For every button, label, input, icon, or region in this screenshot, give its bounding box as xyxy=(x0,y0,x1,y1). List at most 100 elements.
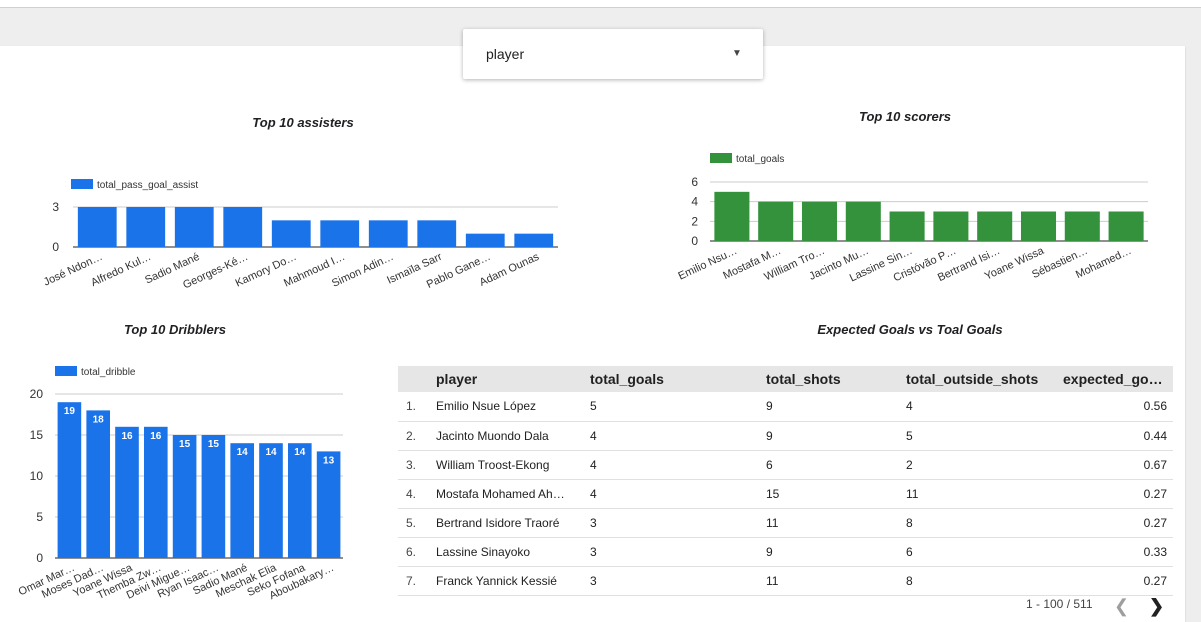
bar xyxy=(758,201,794,241)
y-tick-label: 0 xyxy=(691,234,698,248)
bar xyxy=(259,443,283,558)
y-tick-label: 10 xyxy=(30,469,44,483)
cell-total-shots: 9 xyxy=(762,392,902,422)
cell-total-outside-shots: 8 xyxy=(902,508,1059,538)
bar xyxy=(933,211,969,241)
top-bar xyxy=(0,0,1201,8)
cell-player: Lassine Sinayoko xyxy=(432,537,586,567)
cell-total-outside-shots: 5 xyxy=(902,421,1059,451)
cell-total-shots: 11 xyxy=(762,508,902,538)
cell-total-goals: 3 xyxy=(586,566,762,596)
table-row[interactable]: 4. Mostafa Mohamed Ah… 4 15 11 0.27 xyxy=(398,479,1173,509)
legend-label: total_dribble xyxy=(81,367,136,378)
bar xyxy=(287,443,312,558)
cell-total-outside-shots: 8 xyxy=(902,566,1059,596)
table-row[interactable]: 2. Jacinto Muondo Dala 4 9 5 0.44 xyxy=(398,421,1173,451)
table-row[interactable]: 6. Lassine Sinayoko 3 9 6 0.33 xyxy=(398,537,1173,567)
cell-expected-goals: 0.33 xyxy=(1059,537,1173,567)
bar xyxy=(271,220,311,247)
cell-player: William Troost-Ekong xyxy=(432,450,586,480)
header-player[interactable]: player xyxy=(432,366,586,392)
cell-expected-goals: 0.67 xyxy=(1059,450,1173,480)
pagination-label: 1 - 100 / 511 xyxy=(1026,597,1093,611)
xg-table-title: Expected Goals vs Toal Goals xyxy=(817,322,1003,337)
bar xyxy=(230,443,255,558)
bar xyxy=(86,410,111,558)
data-label: 16 xyxy=(121,431,133,442)
cell-player: Franck Yannick Kessié xyxy=(432,566,586,596)
cell-total-goals: 4 xyxy=(586,479,762,509)
header-expected-goals[interactable]: expected_goal… xyxy=(1059,366,1173,392)
data-label: 14 xyxy=(265,447,277,458)
y-tick-label: 0 xyxy=(52,240,59,254)
legend-swatch xyxy=(710,153,732,163)
dribblers-chart-title: Top 10 Dribblers xyxy=(123,322,227,337)
bar xyxy=(143,426,168,558)
bar xyxy=(889,211,925,241)
cell-total-outside-shots: 11 xyxy=(902,479,1059,509)
table-header-row: player total_goals total_shots total_out… xyxy=(398,366,1173,392)
cell-total-shots: 9 xyxy=(762,537,902,567)
cell-total-outside-shots: 2 xyxy=(902,450,1059,480)
cell-total-goals: 4 xyxy=(586,450,762,480)
row-index: 3. xyxy=(398,450,432,480)
bar xyxy=(1064,211,1100,241)
data-label: 19 xyxy=(64,406,76,417)
y-tick-label: 0 xyxy=(36,551,43,565)
data-label: 14 xyxy=(237,447,249,458)
chevron-left-icon[interactable]: ❮ xyxy=(1114,596,1129,616)
header-total-shots[interactable]: total_shots xyxy=(762,366,902,392)
dribblers-chart: total_dribble0510152019Omar Mar…18Moses … xyxy=(17,366,343,602)
legend-label: total_pass_goal_assist xyxy=(97,180,198,191)
table-row[interactable]: 7. Franck Yannick Kessié 3 11 8 0.27 xyxy=(398,566,1173,596)
data-label: 15 xyxy=(179,439,191,450)
table-row[interactable]: 1. Emilio Nsue López 5 9 4 0.56 xyxy=(398,392,1173,422)
cell-player: Emilio Nsue López xyxy=(432,392,586,422)
bar xyxy=(320,220,360,247)
cell-expected-goals: 0.27 xyxy=(1059,508,1173,538)
row-index: 2. xyxy=(398,421,432,451)
row-index: 5. xyxy=(398,508,432,538)
cell-total-shots: 11 xyxy=(762,566,902,596)
data-label: 15 xyxy=(208,439,220,450)
chevron-right-icon[interactable]: ❯ xyxy=(1149,596,1164,616)
row-index: 7. xyxy=(398,566,432,596)
bar xyxy=(977,211,1013,241)
bar xyxy=(201,435,226,558)
cell-expected-goals: 0.27 xyxy=(1059,479,1173,509)
row-index: 6. xyxy=(398,537,432,567)
legend-label: total_goals xyxy=(736,154,784,165)
bar xyxy=(368,220,408,247)
cell-total-shots: 15 xyxy=(762,479,902,509)
bar xyxy=(1108,211,1144,241)
xg-table: player total_goals total_shots total_out… xyxy=(398,366,1173,596)
bar xyxy=(172,435,197,558)
bar xyxy=(57,402,82,558)
cell-total-outside-shots: 4 xyxy=(902,392,1059,422)
cell-expected-goals: 0.56 xyxy=(1059,392,1173,422)
data-label: 14 xyxy=(294,447,306,458)
cell-expected-goals: 0.27 xyxy=(1059,566,1173,596)
table-row[interactable]: 3. William Troost-Ekong 4 6 2 0.67 xyxy=(398,450,1173,480)
legend-swatch xyxy=(71,179,93,189)
row-index: 1. xyxy=(398,392,432,422)
data-label: 16 xyxy=(150,431,162,442)
y-tick-label: 4 xyxy=(691,195,698,209)
bar xyxy=(514,233,554,247)
caret-down-icon: ▼ xyxy=(732,48,742,59)
bar xyxy=(845,201,881,241)
header-total-goals[interactable]: total_goals xyxy=(586,366,762,392)
row-index: 4. xyxy=(398,479,432,509)
player-filter-dropdown[interactable]: player ▼ xyxy=(463,29,763,79)
assisters-chart-title: Top 10 assisters xyxy=(252,115,354,130)
cell-total-goals: 4 xyxy=(586,421,762,451)
bar xyxy=(714,191,750,241)
y-tick-label: 2 xyxy=(691,214,698,228)
bar xyxy=(417,220,457,247)
table-row[interactable]: 5. Bertrand Isidore Traoré 3 11 8 0.27 xyxy=(398,508,1173,538)
cell-player: Mostafa Mohamed Ah… xyxy=(432,479,586,509)
header-total-outside-shots[interactable]: total_outside_shots xyxy=(902,366,1059,392)
y-tick-label: 20 xyxy=(30,387,44,401)
y-tick-label: 5 xyxy=(36,510,43,524)
bar xyxy=(801,201,838,241)
